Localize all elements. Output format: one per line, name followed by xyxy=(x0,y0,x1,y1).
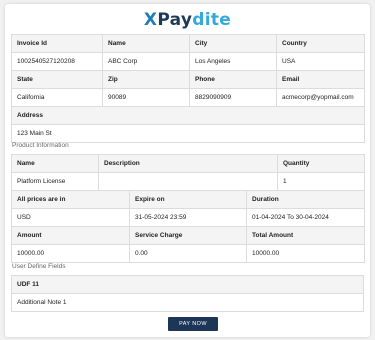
header-invoice-id: Invoice Id xyxy=(11,34,103,53)
header-expire-on: Expire on xyxy=(129,190,247,209)
table-row: California 90089 8829090909 acmecorp@yop… xyxy=(11,88,365,107)
pricing-table: All prices are in Expire on Duration USD… xyxy=(11,190,365,263)
header-amount: Amount xyxy=(11,226,130,245)
invoice-id-value: 1002540527120208 xyxy=(11,52,103,71)
total-amount-value: 10000.00 xyxy=(246,244,365,263)
header-zip: Zip xyxy=(102,70,190,89)
table-row: UDF 11 xyxy=(11,275,364,294)
table-row: 123 Main St xyxy=(11,124,365,143)
table-row: USD 31-05-2024 23:59 01-04-2024 To 30-04… xyxy=(11,208,365,227)
udf-table: UDF 11 Additional Note 1 xyxy=(11,275,364,312)
table-row: Address xyxy=(11,106,365,125)
service-charge-value: 0.00 xyxy=(129,244,247,263)
header-state: State xyxy=(11,70,103,89)
table-row: 1002540527120208 ABC Corp Los Angeles US… xyxy=(11,52,365,71)
address-value: 123 Main St xyxy=(11,124,365,143)
city-value: Los Angeles xyxy=(189,52,277,71)
logo-dite: dite xyxy=(192,10,232,30)
logo-pay: Pay xyxy=(157,10,193,30)
zip-value: 90089 xyxy=(102,88,190,107)
name-value: ABC Corp xyxy=(102,52,190,71)
udf-value: Additional Note 1 xyxy=(11,293,364,312)
header-total-amount: Total Amount xyxy=(246,226,365,245)
table-row: Amount Service Charge Total Amount xyxy=(11,226,365,245)
email-value: acmecorp@yopmail.com xyxy=(276,88,365,107)
header-country: Country xyxy=(276,34,365,53)
logo-x: X xyxy=(143,10,158,30)
header-description: Description xyxy=(98,154,278,173)
phone-value: 8829090909 xyxy=(189,88,277,107)
table-row: Platform License 1 xyxy=(11,172,365,191)
product-info-title: Product Information xyxy=(12,142,69,149)
amount-value: 10000.00 xyxy=(11,244,130,263)
pay-now-button[interactable]: PAY NOW xyxy=(168,317,218,331)
header-udf: UDF 11 xyxy=(11,275,364,294)
header-address: Address xyxy=(11,106,365,125)
product-table: Name Description Quantity Platform Licen… xyxy=(11,154,365,191)
description-value xyxy=(98,172,278,191)
currency-value: USD xyxy=(11,208,130,227)
table-row: State Zip Phone Email xyxy=(11,70,365,89)
invoice-details-table: Invoice Id Name City Country 10025405271… xyxy=(11,34,365,143)
udf-title: User Define Fields xyxy=(12,263,66,270)
country-value: USA xyxy=(276,52,365,71)
header-quantity: Quantity xyxy=(277,154,365,173)
header-product-name: Name xyxy=(11,154,99,173)
header-city: City xyxy=(189,34,277,53)
header-currency: All prices are in xyxy=(11,190,130,209)
product-name-value: Platform License xyxy=(11,172,99,191)
table-row: Name Description Quantity xyxy=(11,154,365,173)
state-value: California xyxy=(11,88,103,107)
table-row: All prices are in Expire on Duration xyxy=(11,190,365,209)
header-duration: Duration xyxy=(246,190,365,209)
table-row: Additional Note 1 xyxy=(11,293,364,312)
brand-logo: XPaydite xyxy=(5,10,370,30)
header-name: Name xyxy=(102,34,190,53)
header-phone: Phone xyxy=(189,70,277,89)
header-service-charge: Service Charge xyxy=(129,226,247,245)
table-row: Invoice Id Name City Country xyxy=(11,34,365,53)
payment-card: XPaydite Invoice Id Name City Country 10… xyxy=(5,4,370,337)
quantity-value: 1 xyxy=(277,172,365,191)
duration-value: 01-04-2024 To 30-04-2024 xyxy=(246,208,365,227)
header-email: Email xyxy=(276,70,365,89)
expire-on-value: 31-05-2024 23:59 xyxy=(129,208,247,227)
table-row: 10000.00 0.00 10000.00 xyxy=(11,244,365,263)
